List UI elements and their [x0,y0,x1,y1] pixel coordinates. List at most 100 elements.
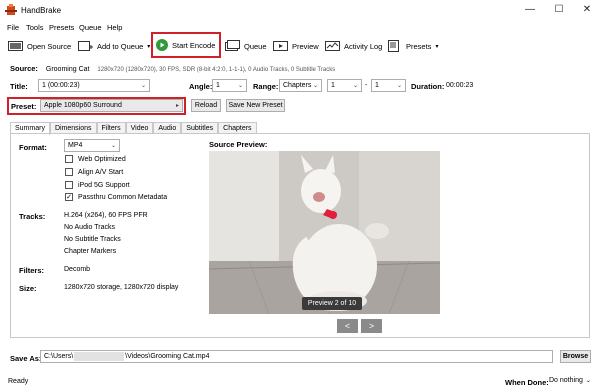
format-value: MP4 [68,142,83,149]
track-subtitle: No Subtitle Tracks [64,236,121,243]
add-to-queue-label: Add to Queue [97,41,144,51]
source-preview-image: Preview 2 of 10 [209,151,440,314]
menu-presets[interactable]: Presets [49,23,74,32]
chevron-down-icon: ⌄ [585,378,591,384]
add-queue-icon [78,41,93,51]
passthru-metadata-checkbox[interactable]: ✓ [65,193,73,201]
queue-label: Queue [244,41,267,51]
chevron-down-icon: ⌄ [312,83,318,89]
title-label: Title: [10,82,28,91]
size-label: Size: [19,284,37,293]
chevron-right-icon: ▸ [175,103,179,109]
menu-file[interactable]: File [7,23,19,32]
angle-select[interactable]: 1 ⌄ [212,79,247,92]
reload-button[interactable]: Reload [191,99,221,112]
title-select[interactable]: 1 (00:00:23) ⌄ [38,79,150,92]
add-to-queue-button[interactable]: Add to Queue ▾ [75,36,153,56]
open-source-label: Open Source [27,41,72,51]
cat-preview-image [209,151,440,314]
film-strip-icon [8,41,23,51]
menu-tools[interactable]: Tools [26,23,44,32]
web-optimized-option[interactable]: Web Optimized [65,155,126,163]
handbrake-logo-icon [5,4,17,15]
source-label: Source: [10,64,38,73]
ipod-label: iPod 5G Support [78,181,130,189]
range-start-value: 1 [331,82,335,89]
preset-select[interactable]: Apple 1080p60 Surround ▸ [40,99,183,112]
next-preview-button[interactable]: > [361,319,382,333]
range-start-select[interactable]: 1 ⌄ [327,79,362,92]
when-done-label: When Done: [505,378,549,387]
chevron-down-icon: ⌄ [140,83,146,89]
source-preview-label: Source Preview: [209,140,268,149]
presets-label: Presets [406,41,432,51]
browse-button[interactable]: Browse [560,350,591,363]
preview-counter: Preview 2 of 10 [302,297,362,310]
angle-value: 1 [216,82,220,89]
ipod-option[interactable]: iPod 5G Support [65,181,130,189]
filters-label: Filters: [19,266,45,275]
previous-preview-button[interactable]: < [337,319,358,333]
menu-help[interactable]: Help [107,23,122,32]
presets-button[interactable]: Presets ▾ [384,36,441,56]
range-type-value: Chapters [283,82,312,89]
minimize-button[interactable]: — [523,3,537,17]
preview-icon [273,41,288,51]
preview-label: Preview [292,41,319,51]
save-as-path-input[interactable]: C:\Users\ \Videos\Grooming Cat.mp4 [40,350,553,363]
chevron-down-icon: ⌄ [396,83,402,89]
title-bar: HandBrake — ☐ ✕ [0,0,600,20]
title-value: 1 (00:00:23) [42,82,80,89]
track-video: H.264 (x264), 60 FPS PFR [64,212,148,219]
ipod-checkbox[interactable] [65,181,73,189]
close-button[interactable]: ✕ [580,3,594,17]
range-label: Range: [253,82,279,91]
passthru-metadata-label: Passthru Common Metadata [78,193,168,201]
status-text: Ready [8,378,29,385]
format-select[interactable]: MP4 ⌄ [64,139,120,152]
range-separator: - [365,82,368,89]
activity-log-button[interactable]: Activity Log [322,36,385,56]
range-type-select[interactable]: Chapters ⌄ [279,79,322,92]
save-as-path-prefix: C:\Users\ [44,353,74,360]
preset-value: Apple 1080p60 Surround [44,102,122,109]
save-as-path-suffix: \Videos\Grooming Cat.mp4 [125,353,210,360]
save-new-preset-button[interactable]: Save New Preset [226,99,285,112]
web-optimized-checkbox[interactable] [65,155,73,163]
web-optimized-label: Web Optimized [78,155,126,163]
menu-queue[interactable]: Queue [79,23,102,32]
maximize-button[interactable]: ☐ [552,3,566,17]
size-value: 1280x720 storage, 1280x720 display [64,284,179,291]
when-done-value: Do nothing [549,377,583,384]
play-icon [156,39,168,51]
angle-label: Angle: [189,82,213,91]
track-audio: No Audio Tracks [64,224,115,231]
passthru-metadata-option[interactable]: ✓ Passthru Common Metadata [65,193,167,201]
filters-value: Decomb [64,266,91,273]
track-chapters: Chapter Markers [64,248,117,255]
preview-button[interactable]: Preview [270,36,322,56]
range-end-select[interactable]: 1 ⌄ [371,79,406,92]
format-label: Format: [19,143,47,152]
queue-button[interactable]: Queue [222,36,270,56]
start-encode-label: Start Encode [172,40,216,50]
chevron-down-icon: ⌄ [352,83,358,89]
align-av-checkbox[interactable] [65,168,73,176]
align-av-option[interactable]: Align A/V Start [65,168,123,176]
chevron-down-icon[interactable]: ▾ [147,43,150,50]
chevron-down-icon: ⌄ [237,83,243,89]
when-done-select[interactable]: Do nothing ⌄ [549,377,591,384]
align-av-label: Align A/V Start [78,168,124,176]
queue-icon [225,40,240,51]
range-end-value: 1 [375,82,379,89]
open-source-button[interactable]: Open Source [5,36,74,56]
chevron-down-icon: ▾ [435,43,439,50]
save-as-label: Save As: [10,354,42,363]
start-encode-button[interactable]: Start Encode [151,32,221,58]
preset-label: Preset: [11,102,37,111]
source-info: 1280x720 (1280x720), 30 FPS, SDR (8-bit … [97,67,336,73]
window-title: HandBrake [21,6,62,15]
source-name: Grooming Cat [45,66,90,73]
source-row: Source: Grooming Cat 1280x720 (1280x720)… [10,64,335,73]
presets-icon [388,40,399,52]
